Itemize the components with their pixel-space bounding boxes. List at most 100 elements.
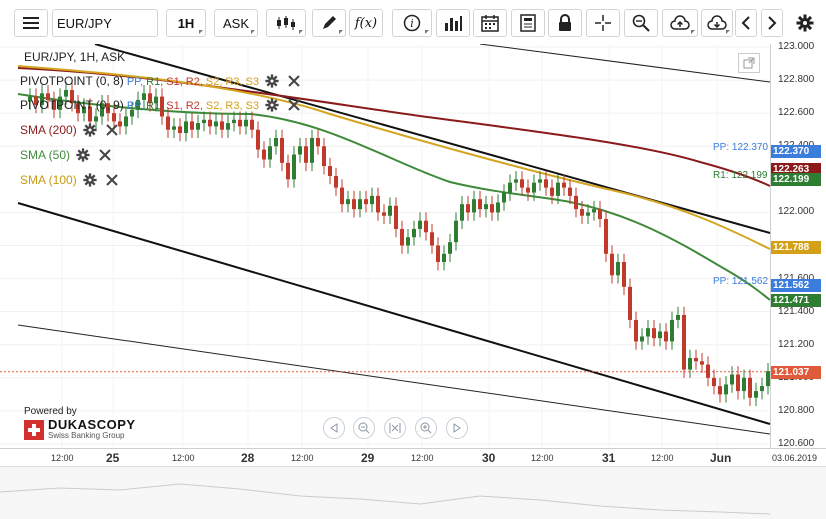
scroll-right-button[interactable] [761,9,783,37]
price-tick-label: 120.600 [778,438,815,449]
scroll-forward-button[interactable] [446,417,468,439]
candle-body [376,195,380,213]
zoom-out-button[interactable] [353,417,375,439]
bar-volume-icon [445,16,462,31]
settings-button[interactable] [792,9,818,37]
close-icon[interactable] [287,74,301,88]
candle-body [244,119,248,127]
zoom-out-icon [358,422,370,434]
chart-type-button[interactable] [266,9,306,37]
gear-icon[interactable] [76,148,90,162]
pivot-1-levels: PP, R1, S1, R2, S2, R3, S3 [124,74,259,88]
magnifier-icon [632,14,650,32]
popout-button[interactable] [738,53,760,73]
pivot-level-s2: S2, [205,76,223,88]
chevron-right-icon [768,16,777,30]
indicators-button[interactable]: f(x) [349,9,383,37]
candle-body [490,204,494,213]
candle-body [190,121,194,130]
candle-body [208,119,212,127]
pivot-level-r2: R2, [185,100,203,112]
sma-100-indicator[interactable]: SMA (100) [20,171,119,189]
scroll-left-button[interactable] [735,9,757,37]
price-tag-label: 121.562 [771,278,821,292]
calendar-button[interactable] [473,9,507,37]
pivot-indicator-2[interactable]: PIVOTPOINT (0, 9) PP, R1, S1, R2, S2, R3, S3 [20,96,301,114]
calendar-icon [481,15,499,32]
candle-body [682,314,686,370]
candle-body [292,154,296,180]
instrument-selector[interactable]: EUR/JPY [52,9,158,37]
side-selector[interactable]: ASK [214,9,258,37]
candle-body [340,187,344,205]
candle-body [670,319,674,342]
close-icon[interactable] [98,148,112,162]
price-tick-label: 122.600 [778,107,815,119]
candle-body [664,331,668,342]
candle-body [178,126,182,134]
candle-body [580,209,584,216]
gear-icon[interactable] [83,173,97,187]
close-icon[interactable] [105,123,119,137]
candle-body [172,126,176,130]
period-selector[interactable]: 1H [166,9,206,37]
zoom-button[interactable] [624,9,658,37]
sma-50-label: SMA (50) [20,148,71,162]
candle-body [646,328,650,337]
candle-body [712,377,716,387]
report-button[interactable] [511,9,545,37]
lock-button[interactable] [548,9,582,37]
day-tick-label: 25 [106,451,120,465]
hamburger-icon [23,17,39,29]
powered-by-text: Powered by [24,406,77,417]
info-button[interactable]: i [392,9,432,37]
external-window-icon [743,57,755,69]
crosshair-icon [595,15,611,31]
triangle-right-icon [453,423,461,433]
gear-icon[interactable] [83,123,97,137]
current-date-label: 03.06.2019 [772,453,818,463]
day-tick-label: Jun [710,451,732,465]
close-icon[interactable] [105,173,119,187]
drawing-tools-button[interactable] [312,9,346,37]
close-icon[interactable] [287,98,301,112]
sma-50-indicator[interactable]: SMA (50) [20,146,112,164]
chevron-left-icon [741,16,750,30]
candle-body [742,377,746,392]
candle-body [220,121,224,130]
cloud-upload-icon [670,15,690,30]
reset-zoom-button[interactable] [384,417,406,439]
candle-body [406,237,410,246]
info-icon: i [403,14,421,32]
candle-body [442,253,446,263]
candle-body [436,245,440,263]
candle-body [598,209,602,220]
sma-200-indicator[interactable]: SMA (200) [20,121,119,139]
zoom-in-button[interactable] [415,417,437,439]
scroll-back-button[interactable] [323,417,345,439]
price-tag-label: 121.788 [771,241,821,255]
candle-body [328,166,332,177]
volume-button[interactable] [436,9,470,37]
crosshair-button[interactable] [586,9,620,37]
candle-body [268,146,272,160]
gear-icon[interactable] [265,74,279,88]
price-tick-label: 122.800 [778,74,815,86]
price-tick-label: 121.200 [778,338,815,350]
download-button[interactable] [701,9,733,37]
candle-body [526,187,530,193]
candle-body [418,220,422,229]
candle-body [358,199,362,210]
candle-body [544,179,548,188]
menu-button[interactable] [14,9,48,37]
upload-button[interactable] [662,9,698,37]
time-tick-label: 12:00 [291,453,314,463]
candle-body [520,179,524,188]
candle-body [622,262,626,287]
pivot-level-r1: R1, [146,100,164,112]
pivot-indicator-1[interactable]: PIVOTPOINT (0, 8) PP, R1, S1, R2, S2, R3, S3 [20,72,301,90]
price-chart[interactable] [0,44,826,519]
chart-area[interactable]: EUR/JPY, 1H, ASK PIVOTPOINT (0, 8) PP, R1… [0,41,826,519]
gear-icon[interactable] [265,98,279,112]
price-tick-label: 123.000 [778,41,815,52]
